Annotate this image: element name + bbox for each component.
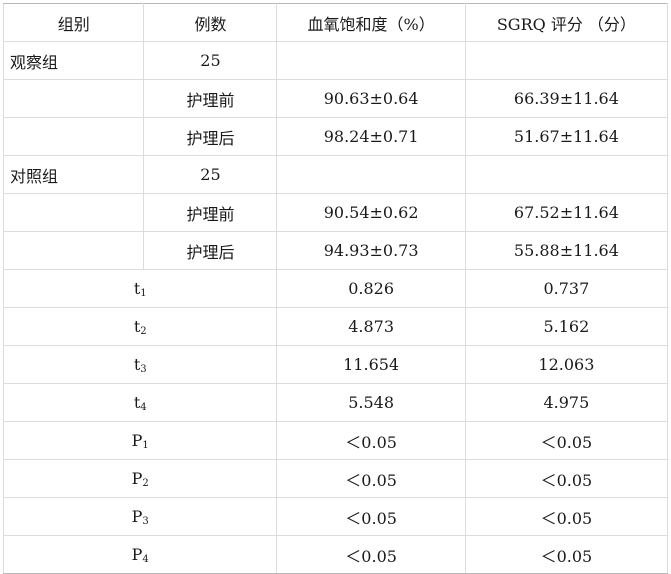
stat-label: t4 <box>2 383 278 422</box>
stat-label: P3 <box>2 497 278 536</box>
stat-label: P4 <box>2 535 278 574</box>
header-group: 组别 <box>2 3 145 42</box>
stat-label: t2 <box>2 307 278 346</box>
spo2-stat: ＜0.05 <box>276 459 466 498</box>
stat-label: t3 <box>2 345 278 384</box>
stat-subscript: 1 <box>140 287 147 299</box>
stat-row: P2 ＜0.05 ＜0.05 <box>2 459 669 498</box>
spo2-stat: 0.826 <box>276 269 466 308</box>
empty-cell <box>2 231 145 270</box>
table-row: 护理前 90.54±0.62 67.52±11.64 <box>2 193 669 232</box>
sgrq-stat: ＜0.05 <box>464 535 669 574</box>
sgrq-stat: ＜0.05 <box>464 459 669 498</box>
group-row: 观察组 25 <box>2 41 669 80</box>
stat-row: P1 ＜0.05 ＜0.05 <box>2 421 669 460</box>
table-body: 观察组 25 护理前 90.63±0.64 66.39±11.64 护理后 98… <box>2 41 669 574</box>
results-table: 组别 例数 血氧饱和度（%） SGRQ 评分 （分） 观察组 25 护理前 90… <box>2 3 669 574</box>
empty-cell <box>464 41 669 80</box>
group-count: 25 <box>143 41 278 80</box>
phase-label: 护理后 <box>143 231 278 270</box>
stat-label: P1 <box>2 421 278 460</box>
group-count: 25 <box>143 155 278 194</box>
stat-row: t4 5.548 4.975 <box>2 383 669 422</box>
phase-label: 护理前 <box>143 193 278 232</box>
sgrq-value: 55.88±11.64 <box>464 231 669 270</box>
sgrq-stat: 5.162 <box>464 307 669 346</box>
spo2-value: 94.93±0.73 <box>276 231 466 270</box>
spo2-stat: ＜0.05 <box>276 421 466 460</box>
stat-subscript: 4 <box>140 401 147 413</box>
group-row: 对照组 25 <box>2 155 669 194</box>
stat-subscript: 3 <box>140 363 147 375</box>
table-row: 护理前 90.63±0.64 66.39±11.64 <box>2 79 669 118</box>
empty-cell <box>2 193 145 232</box>
stat-row: P4 ＜0.05 ＜0.05 <box>2 535 669 574</box>
empty-cell <box>276 41 466 80</box>
stat-symbol: P <box>131 430 143 450</box>
empty-cell <box>2 117 145 156</box>
phase-label: 护理后 <box>143 117 278 156</box>
sgrq-stat: 0.737 <box>464 269 669 308</box>
stat-label: t1 <box>2 269 278 308</box>
group-name: 对照组 <box>2 155 145 194</box>
header-count: 例数 <box>143 3 278 42</box>
sgrq-value: 51.67±11.64 <box>464 117 669 156</box>
sgrq-value: 67.52±11.64 <box>464 193 669 232</box>
sgrq-stat: ＜0.05 <box>464 421 669 460</box>
stat-row: P3 ＜0.05 ＜0.05 <box>2 497 669 536</box>
stat-symbol: P <box>131 468 143 488</box>
stat-symbol: P <box>131 506 143 526</box>
stat-subscript: 4 <box>142 553 149 565</box>
spo2-stat: ＜0.05 <box>276 535 466 574</box>
sgrq-stat: 4.975 <box>464 383 669 422</box>
table-header: 组别 例数 血氧饱和度（%） SGRQ 评分 （分） <box>2 3 669 42</box>
header-row: 组别 例数 血氧饱和度（%） SGRQ 评分 （分） <box>2 3 669 42</box>
empty-cell <box>2 79 145 118</box>
empty-cell <box>276 155 466 194</box>
stat-subscript: 1 <box>142 439 149 451</box>
stat-subscript: 2 <box>142 477 149 489</box>
sgrq-stat: ＜0.05 <box>464 497 669 536</box>
spo2-stat: 5.548 <box>276 383 466 422</box>
stat-subscript: 3 <box>142 515 149 527</box>
spo2-value: 90.63±0.64 <box>276 79 466 118</box>
spo2-stat: 4.873 <box>276 307 466 346</box>
sgrq-value: 66.39±11.64 <box>464 79 669 118</box>
header-spo2: 血氧饱和度（%） <box>276 3 466 42</box>
phase-label: 护理前 <box>143 79 278 118</box>
stat-row: t1 0.826 0.737 <box>2 269 669 308</box>
spo2-stat: ＜0.05 <box>276 497 466 536</box>
spo2-stat: 11.654 <box>276 345 466 384</box>
stat-row: t3 11.654 12.063 <box>2 345 669 384</box>
empty-cell <box>464 155 669 194</box>
stat-symbol: P <box>131 544 143 564</box>
stat-row: t2 4.873 5.162 <box>2 307 669 346</box>
stat-label: P2 <box>2 459 278 498</box>
spo2-value: 98.24±0.71 <box>276 117 466 156</box>
sgrq-stat: 12.063 <box>464 345 669 384</box>
spo2-value: 90.54±0.62 <box>276 193 466 232</box>
stat-subscript: 2 <box>140 325 147 337</box>
header-sgrq: SGRQ 评分 （分） <box>464 3 669 42</box>
page: 组别 例数 血氧饱和度（%） SGRQ 评分 （分） 观察组 25 护理前 90… <box>0 0 671 574</box>
group-name: 观察组 <box>2 41 145 80</box>
table-row: 护理后 98.24±0.71 51.67±11.64 <box>2 117 669 156</box>
table-row: 护理后 94.93±0.73 55.88±11.64 <box>2 231 669 270</box>
